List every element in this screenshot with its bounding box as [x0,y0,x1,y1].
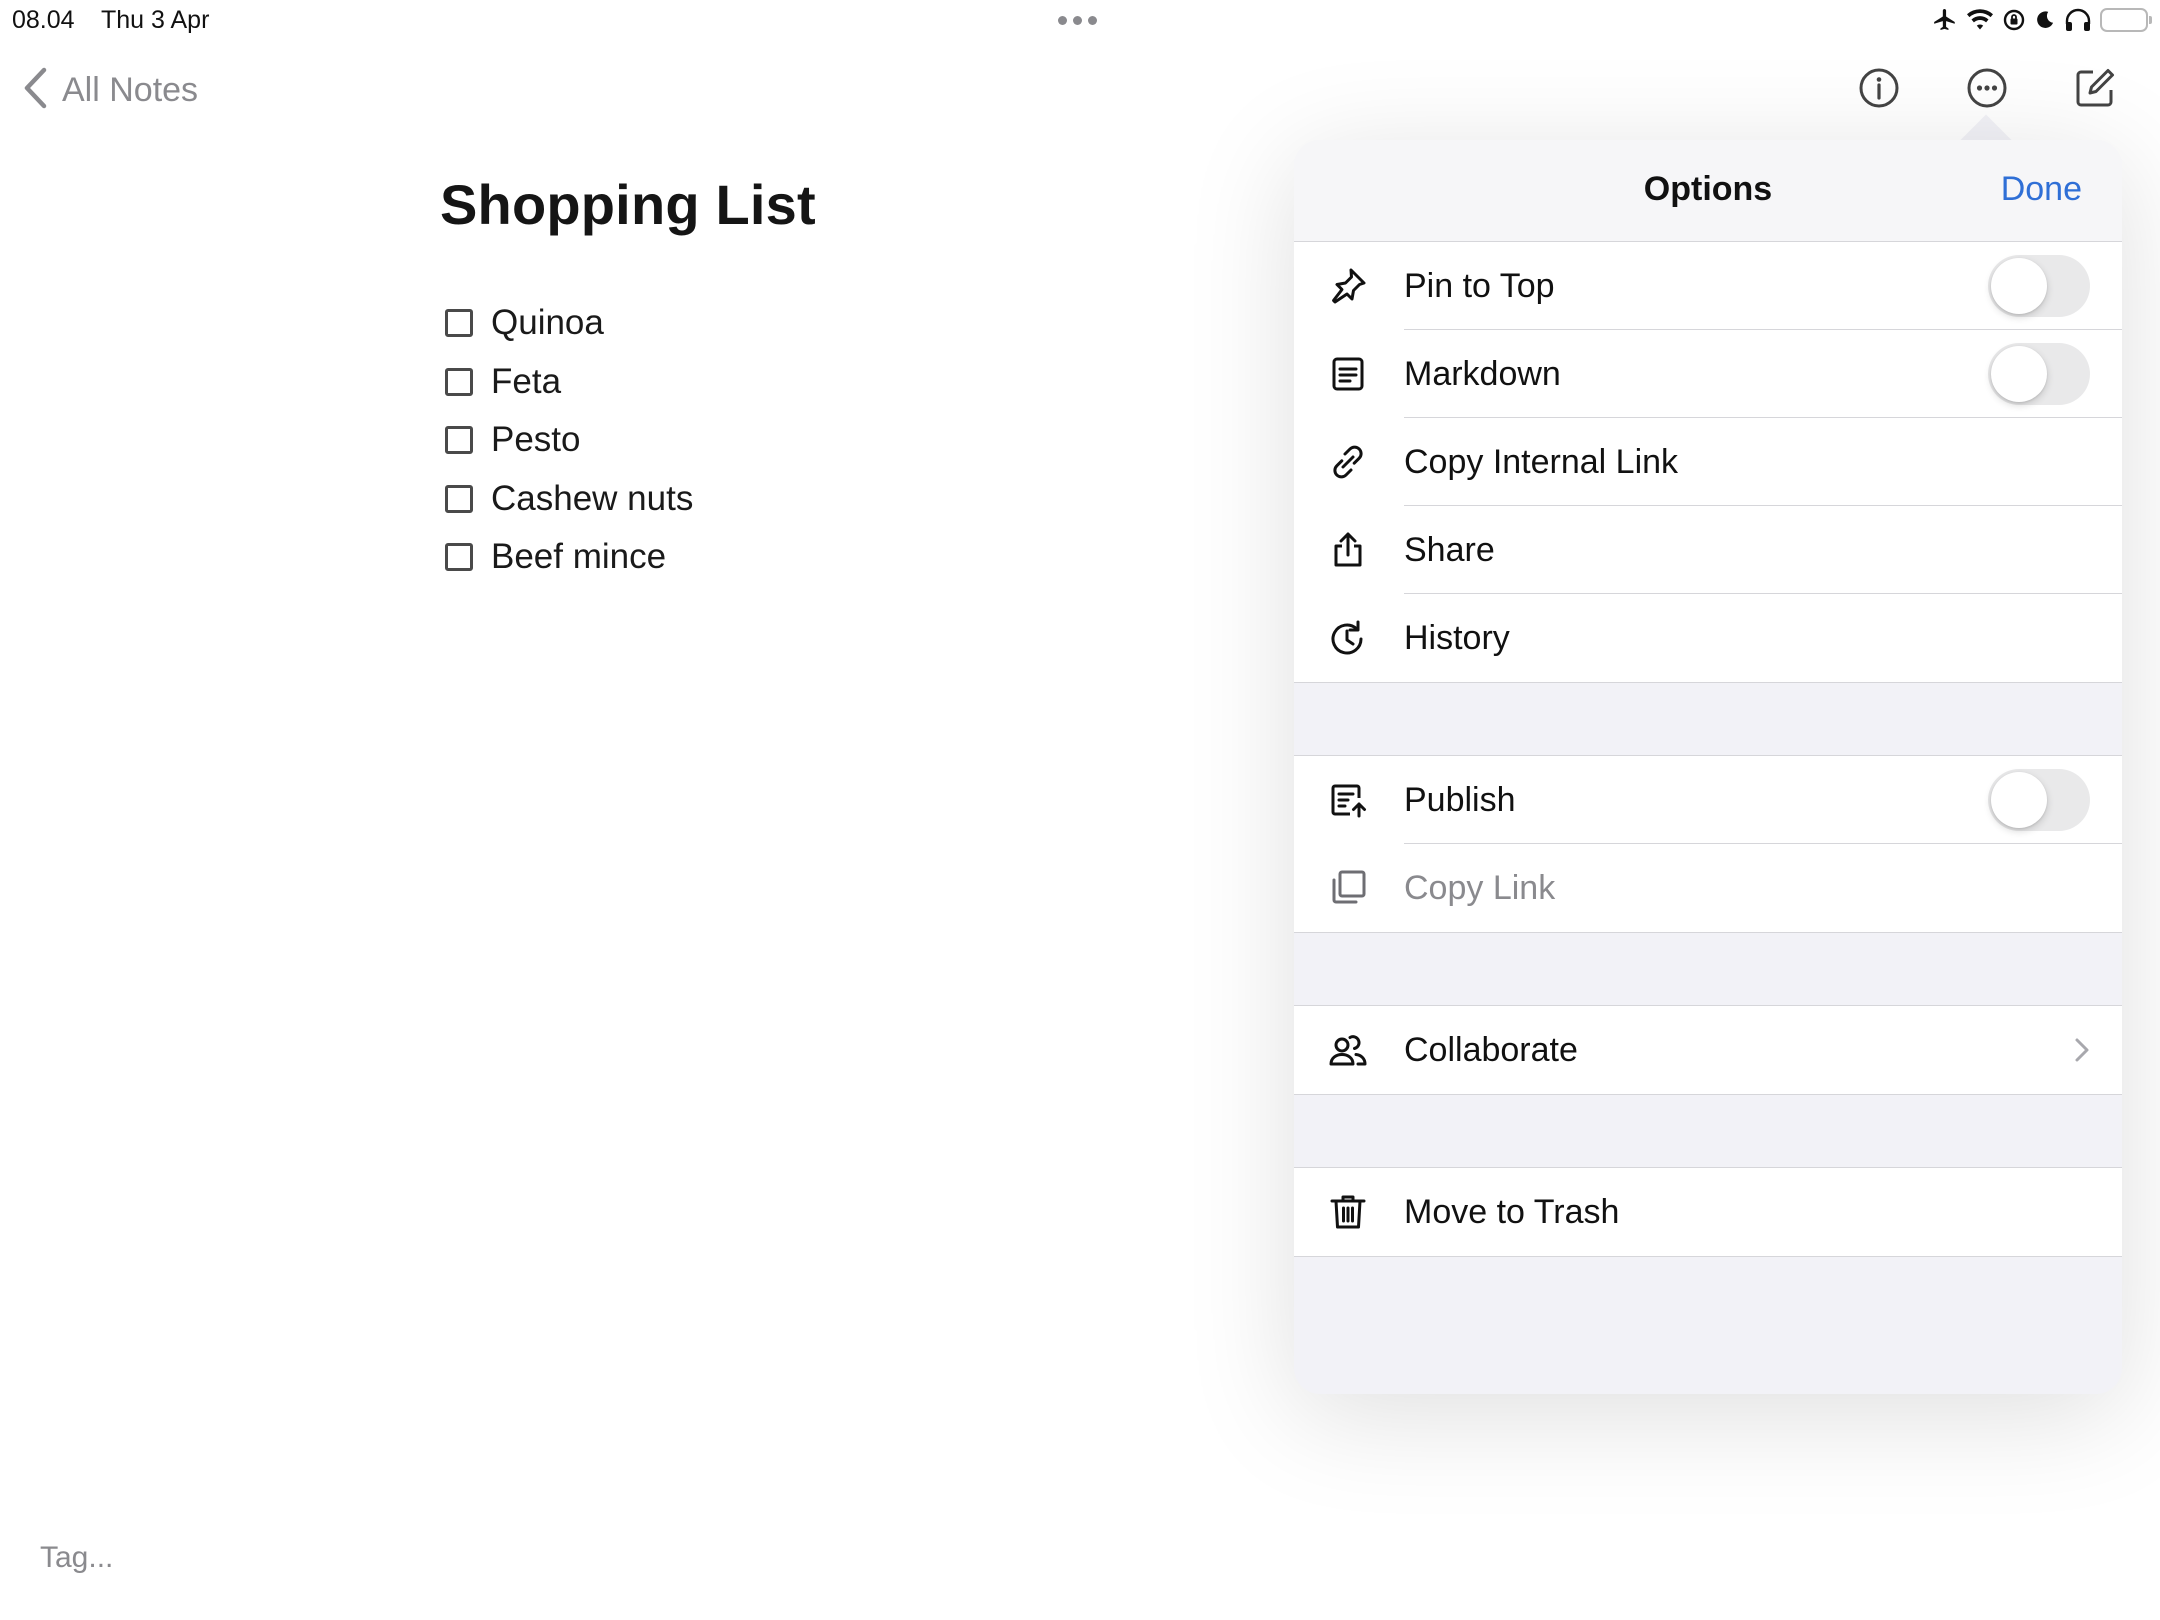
row-label: Markdown [1404,355,1561,393]
dot-icon [1088,16,1097,25]
multitasking-handle[interactable] [1058,16,1097,25]
tag-input[interactable]: Tag... [40,1541,113,1575]
note-title[interactable]: Shopping List [440,172,816,237]
more-icon [1966,67,2008,114]
row-label: Copy Link [1404,869,1556,907]
checkbox[interactable] [445,484,473,513]
row-share[interactable]: Share [1294,506,2122,594]
checklist-item-label: Quinoa [491,303,604,343]
pin-to-top-toggle[interactable] [1988,255,2090,317]
checkbox[interactable] [445,426,473,455]
popover-title: Options [1643,170,1773,208]
status-bar: 08.04 Thu 3 Apr [0,0,2160,40]
dot-icon [1073,16,1082,25]
collaborate-icon [1328,1030,1368,1070]
markdown-icon [1328,354,1368,394]
checkbox[interactable] [445,367,473,396]
battery-icon [2100,8,2152,32]
options-group: Collaborate [1294,1005,2122,1095]
row-label: Publish [1404,781,1516,819]
battery-tip [2149,16,2152,24]
checklist: Quinoa Feta Pesto Cashew nuts Beef mince [445,294,693,587]
row-copy-link[interactable]: Copy Link [1294,844,2122,932]
compose-button[interactable] [2073,68,2117,112]
row-markdown[interactable]: Markdown [1294,330,2122,418]
done-button[interactable]: Done [2001,170,2082,209]
compose-icon [2074,67,2116,114]
screen: 08.04 Thu 3 Apr All Notes Shopping List … [0,0,2160,1620]
status-icons [1932,6,2152,34]
checklist-item-label: Beef mince [491,537,667,577]
toggle-knob [1991,258,2047,314]
headphones-icon [2064,8,2092,32]
row-move-to-trash[interactable]: Move to Trash [1294,1168,2122,1256]
row-collaborate[interactable]: Collaborate [1294,1006,2122,1094]
airplane-icon [1932,7,1958,33]
copy-icon [1328,868,1368,908]
checkbox[interactable] [445,309,473,338]
row-label: Collaborate [1404,1031,1578,1069]
dot-icon [1058,16,1067,25]
checkbox[interactable] [445,543,473,572]
row-label: Copy Internal Link [1404,443,1679,481]
checklist-item[interactable]: Pesto [445,411,693,470]
chevron-left-icon [22,67,48,114]
link-icon [1328,442,1368,482]
pin-icon [1328,266,1368,306]
options-popover: Options Done Pin to Top Markdown Copy In… [1294,140,2122,1394]
row-label: Move to Trash [1404,1193,1620,1231]
toggle-knob [1991,346,2047,402]
checklist-item[interactable]: Quinoa [445,294,693,353]
row-label: Share [1404,531,1495,569]
wifi-icon [1966,8,1994,32]
status-date: Thu 3 Apr [101,6,210,34]
checklist-item[interactable]: Cashew nuts [445,470,693,529]
checklist-item[interactable]: Beef mince [445,528,693,587]
toggle-knob [1991,772,2047,828]
row-label: History [1404,619,1510,657]
share-icon [1328,530,1368,570]
row-label: Pin to Top [1404,267,1555,305]
info-button[interactable] [1857,68,1901,112]
checklist-item-label: Cashew nuts [491,478,694,518]
options-group: Publish Copy Link [1294,755,2122,933]
row-publish[interactable]: Publish [1294,756,2122,844]
publish-icon [1328,780,1368,820]
checklist-item[interactable]: Feta [445,353,693,412]
orientation-lock-icon [2002,8,2026,32]
options-group: Pin to Top Markdown Copy Internal Link S… [1294,242,2122,683]
row-copy-internal-link[interactable]: Copy Internal Link [1294,418,2122,506]
options-group: Move to Trash [1294,1167,2122,1257]
markdown-toggle[interactable] [1988,343,2090,405]
popover-header: Options Done [1294,140,2122,242]
row-history[interactable]: History [1294,594,2122,682]
back-label: All Notes [62,70,199,109]
publish-toggle[interactable] [1988,769,2090,831]
status-time: 08.04 [12,6,75,34]
history-icon [1328,618,1368,658]
moon-icon [2034,8,2056,32]
info-icon [1858,67,1900,114]
back-button[interactable]: All Notes [22,66,198,114]
more-button[interactable] [1965,68,2009,112]
chevron-right-icon [2072,1036,2092,1064]
trash-icon [1328,1192,1368,1232]
row-pin-to-top[interactable]: Pin to Top [1294,242,2122,330]
checklist-item-label: Pesto [491,420,581,460]
checklist-item-label: Feta [491,361,562,401]
